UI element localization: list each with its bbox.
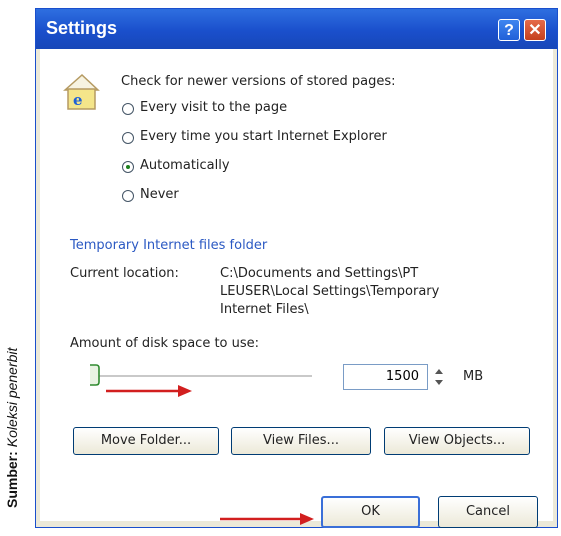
view-files-button[interactable]: View Files... — [231, 427, 371, 455]
location-line-2: LEUSER\Local Settings\Temporary — [220, 284, 440, 299]
radio-automatically[interactable] — [122, 161, 134, 173]
caption-lead: Sumber: — [4, 451, 20, 508]
slider-handle-icon[interactable] — [87, 363, 101, 387]
location-line-1: C:\Documents and Settings\PT — [220, 266, 419, 281]
radio-label-every-start: Every time you start Internet Explorer — [140, 129, 387, 144]
disk-slider-track[interactable] — [96, 375, 312, 377]
disk-unit: MB — [463, 369, 484, 384]
disk-space-label: Amount of disk space to use: — [70, 336, 260, 351]
help-button[interactable]: ? — [498, 19, 520, 41]
dialog-body: e Check for newer versions of stored pag… — [40, 49, 553, 528]
radio-label-automatically: Automatically — [140, 158, 230, 173]
location-line-3: Internet Files\ — [220, 302, 309, 317]
source-caption: Sumber: Koleksi penerbit — [2, 288, 22, 508]
dialog-title: Settings — [46, 18, 118, 38]
red-arrow-icon — [220, 511, 316, 525]
radio-every-visit[interactable] — [122, 103, 134, 115]
radio-every-start[interactable] — [122, 132, 134, 144]
temp-folder-heading: Temporary Internet files folder — [70, 238, 268, 253]
caption-rest: Koleksi penerbit — [4, 347, 20, 448]
radio-label-never: Never — [140, 187, 179, 202]
view-objects-button[interactable]: View Objects... — [384, 427, 530, 455]
cancel-button[interactable]: Cancel — [438, 496, 538, 528]
disk-space-spinner[interactable] — [432, 364, 446, 390]
svg-text:e: e — [73, 91, 83, 109]
check-heading: Check for newer versions of stored pages… — [121, 74, 396, 89]
radio-label-every-visit: Every visit to the page — [140, 100, 288, 115]
close-button[interactable]: ✕ — [524, 19, 546, 41]
spin-down-icon — [435, 380, 443, 385]
red-arrow-icon — [106, 383, 194, 397]
location-label: Current location: — [70, 266, 179, 281]
settings-dialog: Settings ? ✕ e Check for newer versions … — [35, 8, 558, 528]
move-folder-button[interactable]: Move Folder... — [73, 427, 219, 455]
disk-space-input[interactable]: 1500 — [343, 364, 428, 390]
ok-button[interactable]: OK — [321, 496, 420, 528]
ie-page-icon: e — [62, 72, 100, 112]
radio-never[interactable] — [122, 190, 134, 202]
spin-up-icon — [435, 369, 443, 374]
title-bar: Settings ? ✕ — [36, 9, 557, 49]
